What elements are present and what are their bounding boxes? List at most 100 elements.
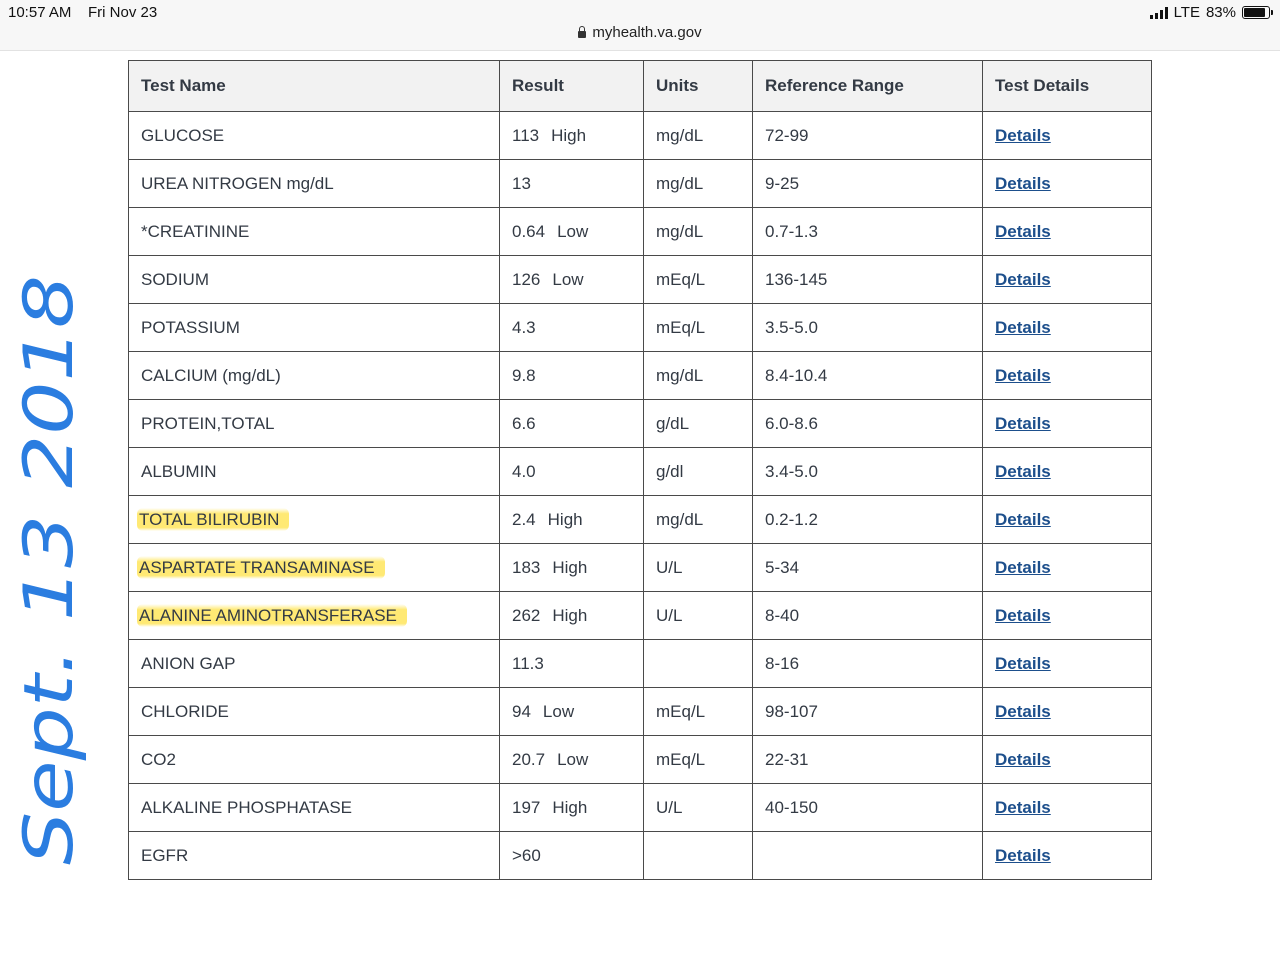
result-cell: 262 High <box>499 591 644 640</box>
details-link[interactable]: Details <box>995 846 1051 865</box>
test-name: PROTEIN,TOTAL <box>141 413 275 433</box>
details-link[interactable]: Details <box>995 270 1051 289</box>
test-name-highlighted: ALANINE AMINOTRANSFERASE <box>137 603 407 627</box>
test-name-cell: ASPARTATE TRANSAMINASE <box>128 543 500 592</box>
battery-percent: 83% <box>1205 4 1236 21</box>
lock-icon <box>578 26 587 38</box>
test-details-cell: Details <box>982 351 1152 400</box>
result-flag: High <box>552 557 588 577</box>
result-flag: Low <box>542 701 575 721</box>
handwritten-date-annotation: Sept. 13 2018 <box>10 275 89 865</box>
details-link[interactable]: Details <box>995 558 1051 577</box>
units-cell: mg/dL <box>643 207 753 256</box>
table-row: EGFR >60 Details <box>128 831 1152 880</box>
test-details-cell: Details <box>982 303 1152 352</box>
handwritten-date-text: Sept. 13 2018 <box>10 275 89 865</box>
result-cell: 6.6 <box>499 399 644 448</box>
test-name: *CREATININE <box>141 221 250 241</box>
status-bar: 10:57 AM Fri Nov 23 LTE 83% myhealth.va.… <box>0 0 1280 51</box>
table-row: CHLORIDE 94 Low mEq/L 98-107 Details <box>128 687 1152 736</box>
table-row: TOTAL BILIRUBIN 2.4 High mg/dL 0.2-1.2 Detail… <box>128 495 1152 544</box>
details-link[interactable]: Details <box>995 366 1051 385</box>
test-name-cell: ALBUMIN <box>128 447 500 496</box>
test-details-cell: Details <box>982 207 1152 256</box>
details-link[interactable]: Details <box>995 654 1051 673</box>
test-name-cell: GLUCOSE <box>128 111 500 160</box>
result-cell: 13 <box>499 159 644 208</box>
reference-range-cell: 0.7-1.3 <box>752 207 983 256</box>
result-cell: 113 High <box>499 111 644 160</box>
units-cell <box>643 639 753 688</box>
test-name-cell: EGFR <box>128 831 500 880</box>
units-cell: mg/dL <box>643 111 753 160</box>
details-link[interactable]: Details <box>995 798 1051 817</box>
test-name: CALCIUM (mg/dL) <box>141 365 281 385</box>
result-cell: 183 High <box>499 543 644 592</box>
units-cell: mEq/L <box>643 303 753 352</box>
table-row: CO2 20.7 Low mEq/L 22-31 Details <box>128 735 1152 784</box>
details-link[interactable]: Details <box>995 126 1051 145</box>
reference-range-cell: 136-145 <box>752 255 983 304</box>
header-reference-range: Reference Range <box>752 60 983 112</box>
details-link[interactable]: Details <box>995 462 1051 481</box>
lab-results-table: Test Name Result Units Reference Range T… <box>128 60 1152 880</box>
result-cell: 2.4 High <box>499 495 644 544</box>
status-indicators: LTE 83% <box>1149 4 1273 21</box>
signal-icon <box>1149 6 1168 19</box>
result-value: 94 <box>512 701 531 721</box>
test-name: GLUCOSE <box>141 125 225 145</box>
test-name-cell: *CREATININE <box>128 207 500 256</box>
table-row: ALANINE AMINOTRANSFERASE 262 High U/L 8-40 De… <box>128 591 1152 640</box>
test-details-cell: Details <box>982 159 1152 208</box>
result-value: 183 <box>512 557 541 577</box>
reference-range-cell: 9-25 <box>752 159 983 208</box>
details-link[interactable]: Details <box>995 606 1051 625</box>
address-bar[interactable]: myhealth.va.gov <box>0 24 1280 41</box>
header-units: Units <box>643 60 753 112</box>
details-link[interactable]: Details <box>995 702 1051 721</box>
result-value: 2.4 <box>512 509 536 529</box>
test-name: UREA NITROGEN mg/dL <box>141 173 334 193</box>
details-link[interactable]: Details <box>995 318 1051 337</box>
table-row: *CREATININE 0.64 Low mg/dL 0.7-1.3 Details <box>128 207 1152 256</box>
result-value: 20.7 <box>512 749 546 769</box>
reference-range-cell: 8-40 <box>752 591 983 640</box>
units-cell: mg/dL <box>643 159 753 208</box>
units-cell: U/L <box>643 591 753 640</box>
test-name-cell: CALCIUM (mg/dL) <box>128 351 500 400</box>
result-value: 262 <box>512 605 541 625</box>
result-cell: 4.3 <box>499 303 644 352</box>
test-details-cell: Details <box>982 495 1152 544</box>
details-link[interactable]: Details <box>995 414 1051 433</box>
reference-range-cell: 5-34 <box>752 543 983 592</box>
units-cell <box>643 831 753 880</box>
test-name-cell: CHLORIDE <box>128 687 500 736</box>
details-link[interactable]: Details <box>995 750 1051 769</box>
result-cell: 4.0 <box>499 447 644 496</box>
units-cell: g/dL <box>643 399 753 448</box>
test-name: EGFR <box>141 845 189 865</box>
test-name: ALKALINE PHOSPHATASE <box>141 797 352 817</box>
url-text: myhealth.va.gov <box>592 24 702 41</box>
result-cell: 94 Low <box>499 687 644 736</box>
result-cell: 11.3 <box>499 639 644 688</box>
test-name-cell: SODIUM <box>128 255 500 304</box>
result-flag: High <box>552 797 588 817</box>
result-cell: 197 High <box>499 783 644 832</box>
reference-range-cell: 6.0-8.6 <box>752 399 983 448</box>
reference-range-cell <box>752 831 983 880</box>
units-cell: mEq/L <box>643 735 753 784</box>
network-label: LTE <box>1173 4 1200 21</box>
result-cell: 9.8 <box>499 351 644 400</box>
test-details-cell: Details <box>982 783 1152 832</box>
test-details-cell: Details <box>982 687 1152 736</box>
units-cell: mEq/L <box>643 687 753 736</box>
details-link[interactable]: Details <box>995 222 1051 241</box>
result-value: >60 <box>512 845 541 865</box>
test-name-cell: ALANINE AMINOTRANSFERASE <box>128 591 500 640</box>
result-flag: High <box>552 605 588 625</box>
result-value: 126 <box>512 269 541 289</box>
details-link[interactable]: Details <box>995 510 1051 529</box>
test-name-cell: TOTAL BILIRUBIN <box>128 495 500 544</box>
details-link[interactable]: Details <box>995 174 1051 193</box>
